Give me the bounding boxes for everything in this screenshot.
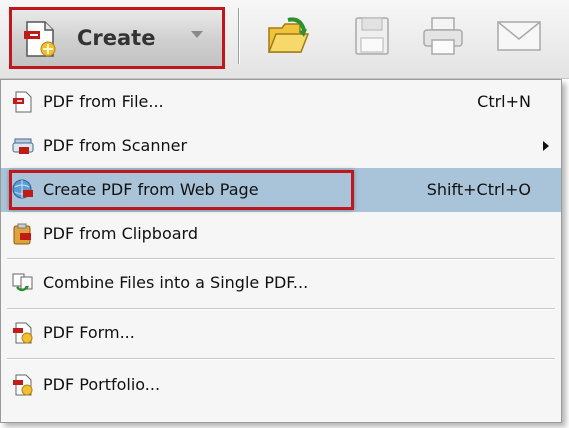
- menu-separator: [7, 258, 555, 259]
- open-folder-icon[interactable]: [266, 14, 312, 64]
- menu-item-label: PDF Portfolio...: [43, 375, 161, 394]
- scanner-icon: [11, 134, 35, 158]
- email-icon[interactable]: [494, 14, 544, 62]
- menu-item-pdf-from-file[interactable]: PDF from File... Ctrl+N: [1, 80, 561, 124]
- pdf-form-icon: [11, 321, 35, 345]
- create-button-label: Create: [77, 26, 156, 50]
- menu-separator: [7, 308, 555, 309]
- create-dropdown-menu: PDF from File... Ctrl+N PDF from Scanner…: [0, 79, 562, 423]
- menu-item-label: PDF from Scanner: [43, 136, 188, 155]
- chevron-down-icon: [191, 31, 203, 38]
- create-button[interactable]: Create: [9, 7, 225, 69]
- menu-item-pdf-portfolio[interactable]: PDF Portfolio...: [1, 363, 561, 407]
- menu-item-create-pdf-from-web-page[interactable]: Create PDF from Web Page Shift+Ctrl+O: [1, 168, 561, 212]
- create-pdf-icon: [21, 19, 61, 63]
- combine-files-icon: [11, 271, 35, 295]
- menu-item-pdf-from-clipboard[interactable]: PDF from Clipboard: [1, 212, 561, 256]
- menu-item-label: Create PDF from Web Page: [43, 180, 259, 199]
- menu-item-label: PDF from File...: [43, 92, 164, 111]
- save-icon[interactable]: [352, 14, 392, 62]
- pdf-portfolio-icon: [11, 373, 35, 397]
- menu-item-shortcut: Shift+Ctrl+O: [426, 180, 531, 199]
- toolbar-divider: [238, 8, 239, 64]
- submenu-arrow-icon: [543, 141, 549, 151]
- menu-item-label: Combine Files into a Single PDF...: [43, 273, 309, 292]
- menu-item-label: PDF from Clipboard: [43, 224, 198, 243]
- print-icon[interactable]: [420, 14, 466, 62]
- menu-item-combine-files[interactable]: Combine Files into a Single PDF...: [1, 261, 561, 305]
- menu-item-shortcut: Ctrl+N: [477, 92, 531, 111]
- toolbar: Create: [0, 0, 569, 79]
- web-page-icon: [11, 178, 35, 202]
- pdf-from-file-icon: [11, 90, 35, 114]
- menu-item-label: PDF Form...: [43, 323, 135, 342]
- menu-item-pdf-from-scanner[interactable]: PDF from Scanner: [1, 124, 561, 168]
- menu-item-pdf-form[interactable]: PDF Form...: [1, 311, 561, 355]
- menu-separator: [7, 358, 555, 359]
- clipboard-icon: [11, 222, 35, 246]
